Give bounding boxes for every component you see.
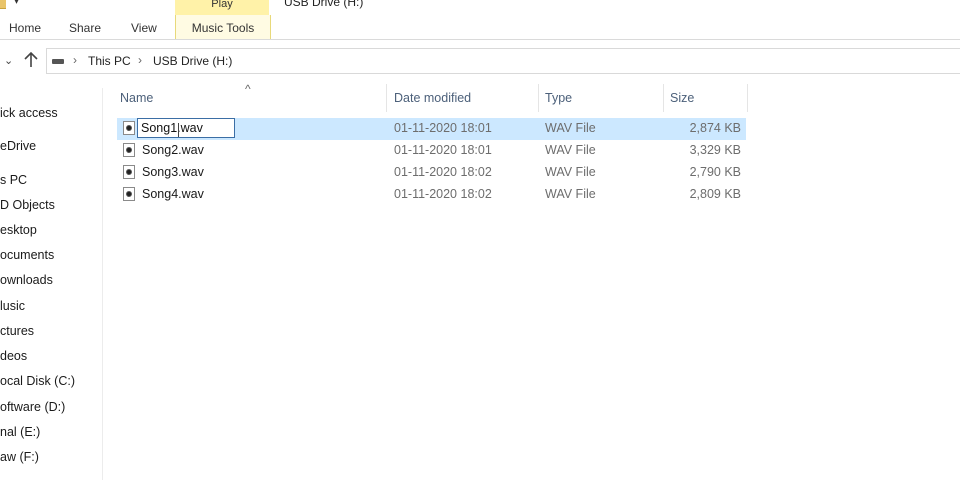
navigation-bar: ⌄ › This PC › USB Drive (H:) [0, 40, 960, 84]
chevron-right-icon[interactable]: › [73, 53, 77, 67]
date-modified-cell: 01-11-2020 18:02 [394, 187, 492, 201]
type-cell: WAV File [545, 187, 596, 201]
wav-file-icon [123, 121, 135, 135]
nav-item-pictures[interactable]: ctures [0, 324, 34, 338]
table-row[interactable]: 01-11-2020 18:01 WAV File 2,874 KB [117, 118, 746, 140]
text-cursor [178, 123, 179, 137]
wav-file-icon [123, 165, 135, 179]
size-cell: 3,329 KB [689, 143, 741, 157]
address-bar[interactable]: › This PC › USB Drive (H:) [46, 48, 960, 74]
quick-access-dropdown-icon[interactable]: ▾ [14, 0, 19, 7]
chevron-right-icon[interactable]: › [138, 53, 142, 67]
nav-item-quick-access[interactable]: ick access [0, 106, 58, 120]
table-row[interactable]: Song3.wav 01-11-2020 18:02 WAV File 2,79… [117, 162, 746, 184]
date-modified-cell: 01-11-2020 18:02 [394, 165, 492, 179]
file-name-cell[interactable]: Song3.wav [142, 165, 204, 179]
navigation-pane: ick access eDrive s PC D Objects esktop … [0, 88, 103, 480]
column-header-date-modified[interactable]: Date modified [387, 89, 538, 111]
table-row[interactable]: Song2.wav 01-11-2020 18:01 WAV File 3,32… [117, 140, 746, 162]
file-list: ^ Name Date modified Type Size 01-11-202… [103, 82, 960, 480]
breadcrumb-this-pc[interactable]: This PC [88, 54, 131, 68]
nav-item-downloads[interactable]: ownloads [0, 273, 53, 287]
size-cell: 2,809 KB [689, 187, 741, 201]
recent-locations-chevron-icon[interactable]: ⌄ [4, 54, 13, 67]
nav-item-onedrive[interactable]: eDrive [0, 139, 36, 153]
nav-item-3d-objects[interactable]: D Objects [0, 198, 55, 212]
wav-file-icon [123, 143, 135, 157]
type-cell: WAV File [545, 143, 596, 157]
size-cell: 2,790 KB [689, 165, 741, 179]
rename-input[interactable] [137, 118, 235, 138]
nav-item-drive-f[interactable]: aw (F:) [0, 450, 39, 464]
type-cell: WAV File [545, 165, 596, 179]
tab-music-tools[interactable]: Music Tools [175, 15, 271, 40]
nav-item-desktop[interactable]: esktop [0, 223, 37, 237]
ribbon: ▾ Play USB Drive (H:) Home Share View Mu… [0, 0, 960, 40]
file-name-cell[interactable]: Song4.wav [142, 187, 204, 201]
column-header-type[interactable]: Type [538, 89, 661, 111]
nav-item-documents[interactable]: ocuments [0, 248, 54, 262]
table-row[interactable]: Song4.wav 01-11-2020 18:02 WAV File 2,80… [117, 184, 746, 206]
drive-icon [52, 59, 64, 64]
column-header-name[interactable]: Name [113, 89, 386, 111]
nav-item-this-pc[interactable]: s PC [0, 173, 27, 187]
tab-share[interactable]: Share [69, 18, 101, 40]
contextual-tab-group-play: Play [175, 0, 269, 15]
type-cell: WAV File [545, 121, 596, 135]
column-header-size[interactable]: Size [663, 89, 746, 111]
date-modified-cell: 01-11-2020 18:01 [394, 143, 492, 157]
nav-item-music[interactable]: lusic [0, 299, 25, 313]
window-title: USB Drive (H:) [284, 0, 364, 9]
nav-item-local-disk-c[interactable]: ocal Disk (C:) [0, 374, 75, 388]
quick-access-folder-icon[interactable] [0, 0, 6, 9]
date-modified-cell: 01-11-2020 18:01 [394, 121, 492, 135]
breadcrumb-usb-drive[interactable]: USB Drive (H:) [153, 54, 232, 68]
file-name-cell[interactable]: Song2.wav [142, 143, 204, 157]
tab-home[interactable]: Home [9, 18, 41, 40]
nav-item-videos[interactable]: deos [0, 349, 27, 363]
size-cell: 2,874 KB [689, 121, 741, 135]
tab-view[interactable]: View [131, 18, 157, 40]
wav-file-icon [123, 187, 135, 201]
column-divider[interactable] [747, 84, 748, 112]
up-arrow-icon[interactable] [22, 50, 40, 70]
nav-item-software-d[interactable]: oftware (D:) [0, 400, 65, 414]
nav-item-drive-e[interactable]: nal (E:) [0, 425, 40, 439]
